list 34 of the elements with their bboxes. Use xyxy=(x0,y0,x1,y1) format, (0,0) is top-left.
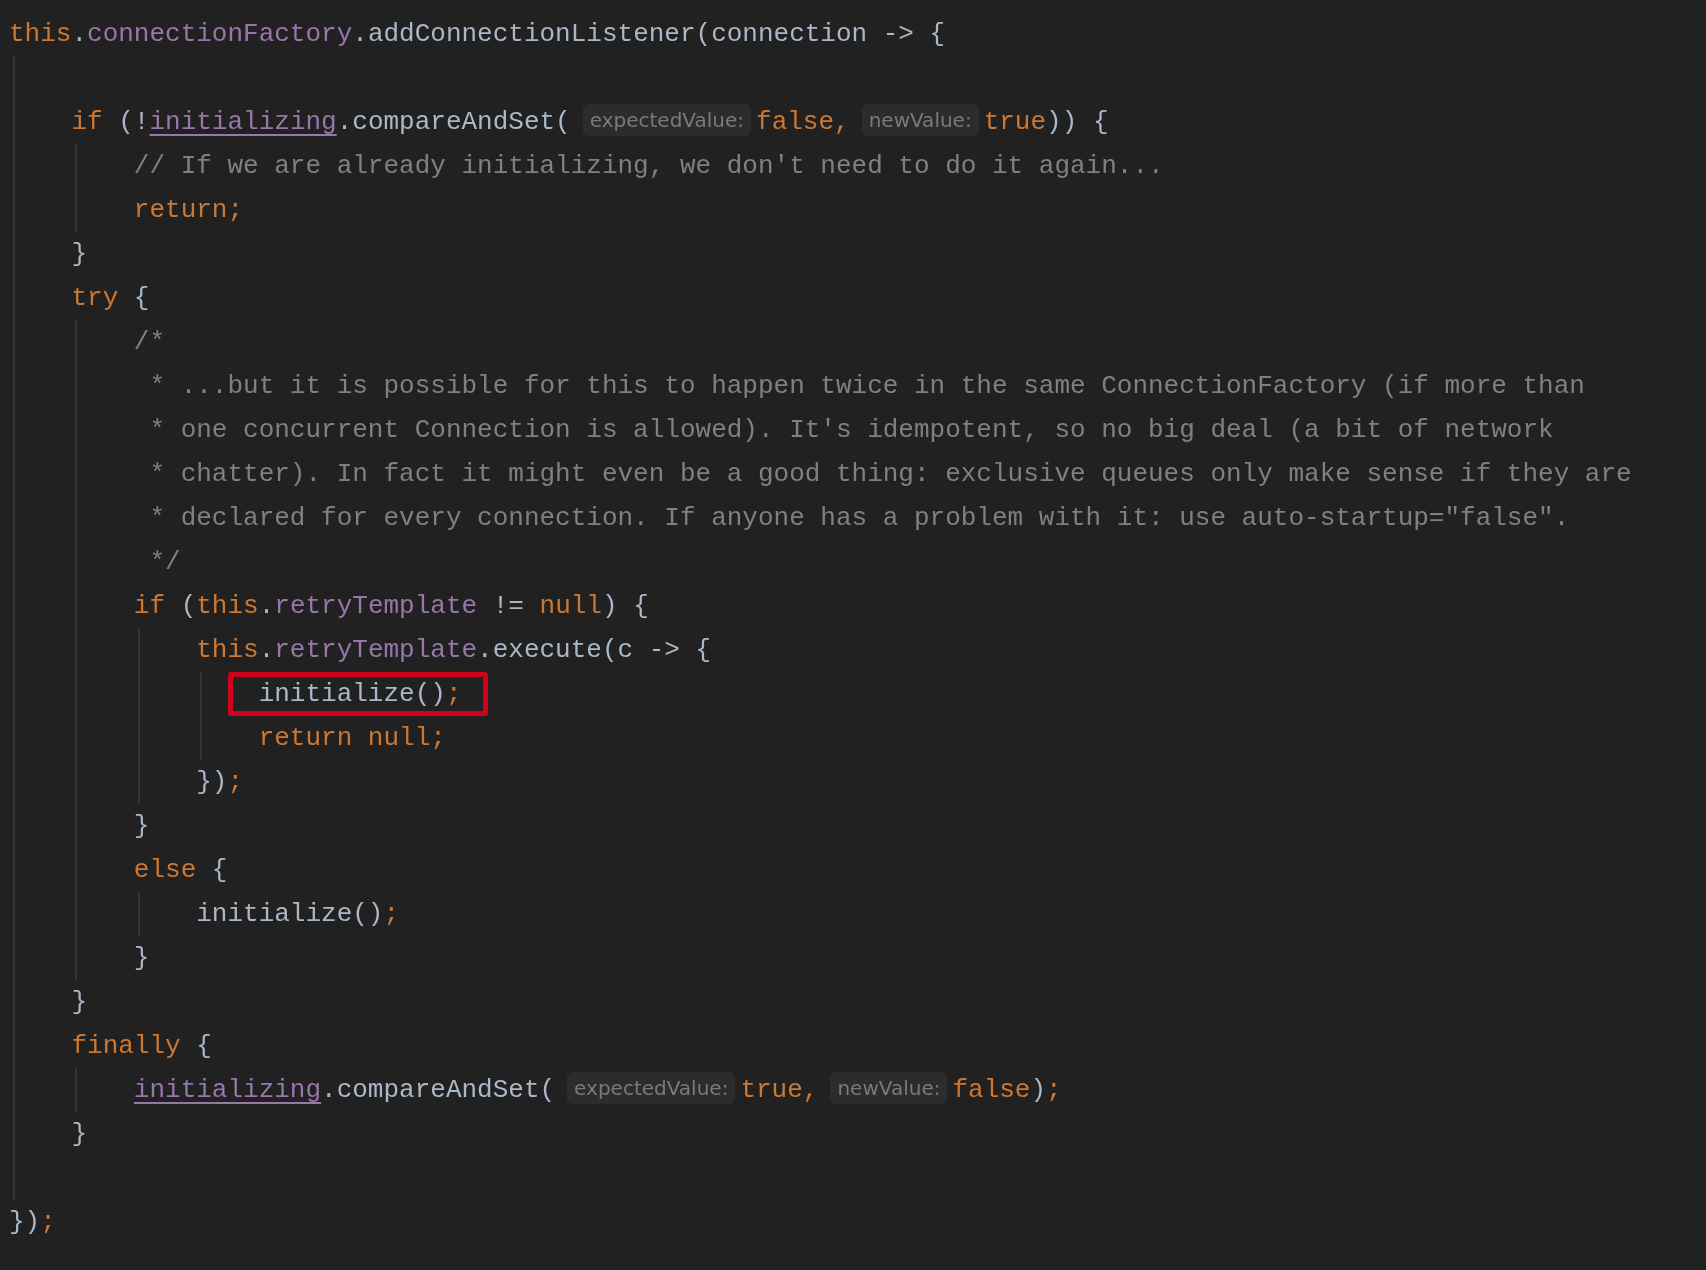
code-text: */ xyxy=(149,547,181,577)
code-text: * declared for every connection. If anyone has a problem with it: use auto-startup="false". xyxy=(149,503,1570,533)
code-text: } xyxy=(71,239,88,269)
code-text: if (this.retryTemplate != null) { xyxy=(133,591,649,621)
code-text: this.connectionFactory.addConnectionListener(connection -> { xyxy=(9,19,946,49)
code-text: else { xyxy=(133,855,228,885)
code-text: this.retryTemplate.execute(c -> { xyxy=(196,635,712,665)
code-text: * chatter). In fact it might even be a good thing: exclusive queues only make sense if they are xyxy=(149,459,1632,489)
parameter-hint: newValue: xyxy=(861,104,979,136)
code-text: }); xyxy=(9,1207,56,1237)
code-text: initializing.compareAndSet( xyxy=(133,1075,556,1105)
code-text: * one concurrent Connection is allowed). It's idempotent, so no big deal (a bit of network xyxy=(149,415,1554,445)
code-text: /* xyxy=(133,327,166,357)
code-text: }); xyxy=(196,767,244,797)
code-text: } xyxy=(71,987,88,1017)
code-statement: initialize(); xyxy=(258,679,462,709)
code-text: } xyxy=(133,943,150,973)
code-text: initialize(); xyxy=(196,899,400,929)
code-text: return null; xyxy=(258,723,446,753)
code-text: try { xyxy=(71,283,150,313)
code-text: finally { xyxy=(71,1031,212,1061)
code-text: true, xyxy=(740,1075,819,1105)
parameter-hint: newValue: xyxy=(830,1072,948,1104)
parameter-hint: expectedValue: xyxy=(567,1072,736,1104)
code-text: } xyxy=(71,1119,88,1149)
code-text: false); xyxy=(952,1075,1062,1105)
code-text: // If we are already initializing, we don't need to do it again... xyxy=(133,151,1164,181)
code-text: return; xyxy=(133,195,244,225)
code-text: false, xyxy=(756,107,850,137)
code-text: if (!initializing.compareAndSet( xyxy=(71,107,571,137)
code-text: true)) { xyxy=(983,107,1109,137)
code-text: * ...but it is possible for this to happen twice in the same ConnectionFactory (if more than xyxy=(149,371,1585,401)
code-text: } xyxy=(133,811,150,841)
parameter-hint: expectedValue: xyxy=(582,104,752,136)
